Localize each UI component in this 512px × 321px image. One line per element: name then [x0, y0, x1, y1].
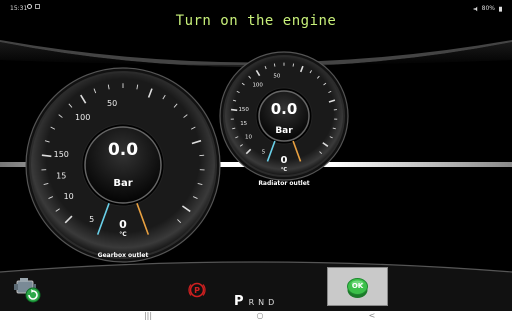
status-time: 15:31: [10, 5, 28, 12]
back-button[interactable]: <: [362, 311, 382, 321]
gauge-scale-label: 15: [56, 172, 66, 181]
engine-start-button[interactable]: [13, 274, 45, 304]
gauge-tick: [273, 63, 276, 67]
system-nav-bar: ||| ○ <: [0, 311, 512, 321]
gauge-tick: [230, 108, 238, 112]
gauge-scale-label: 15: [240, 121, 247, 127]
mute-icon: [473, 6, 477, 11]
ok-button[interactable]: OK: [327, 267, 388, 306]
radiator-outlet-label: Radiator outlet: [258, 180, 310, 187]
recents-button[interactable]: |||: [138, 311, 158, 321]
parking-brake-icon: P: [188, 282, 206, 298]
radiator-pressure-unit: Bar: [275, 126, 293, 136]
gear-selector[interactable]: P RND: [234, 290, 278, 309]
gearbox-pressure-unit: Bar: [113, 178, 133, 189]
gauge-scale-label: 5: [262, 149, 266, 155]
settings-icon: [27, 4, 32, 9]
svg-text:P: P: [194, 286, 200, 295]
gearbox-outlet-label: Gearbox outlet: [97, 252, 149, 259]
gauge-tick: [199, 154, 205, 157]
home-button[interactable]: ○: [250, 311, 270, 321]
parking-brake-button[interactable]: P: [188, 281, 206, 299]
gauge-scale-label: 5: [89, 215, 94, 224]
gauge-scale-label: 50: [273, 74, 280, 80]
gauge-hub: [84, 126, 162, 204]
gauge-scale-label: 50: [107, 99, 117, 108]
radiator-pressure-value: 0.0: [270, 100, 298, 118]
gauge-scale-label: 10: [245, 134, 252, 140]
radiator-temp-unit: °C: [280, 167, 288, 173]
radiator-temp-value: 0: [280, 155, 288, 166]
gauge-scale-label: 10: [64, 192, 74, 201]
screen: 5 10 15 150 100 50 5 10 15 150 100 50 15:31 80% Tur…: [0, 0, 512, 311]
gauge-scale-label: 100: [75, 113, 90, 122]
gauge-scale-label: 100: [252, 83, 263, 89]
notification-icon: [35, 4, 40, 9]
status-bar: 15:31 80%: [0, 0, 512, 14]
gauge-tick: [41, 154, 52, 158]
battery-icon: [499, 6, 502, 12]
gear-options: RND: [248, 298, 279, 307]
gauge-scale-label: 150: [238, 107, 249, 113]
engine-start-icon: [14, 278, 41, 303]
gauges-graphic: 5 10 15 150 100 50 5 10 15 150 100 50: [25, 51, 349, 263]
gear-selected: P: [234, 294, 244, 309]
gauge-tick: [292, 63, 295, 67]
battery-level: 80%: [481, 5, 495, 12]
gauge-scale-label: 150: [54, 150, 69, 159]
gearbox-temp-value: 0: [119, 218, 127, 231]
ok-label: OK: [351, 282, 364, 290]
page-title: Turn on the engine: [175, 13, 337, 29]
gearbox-pressure-value: 0.0: [107, 140, 139, 160]
gearbox-temp-unit: °C: [119, 231, 127, 238]
